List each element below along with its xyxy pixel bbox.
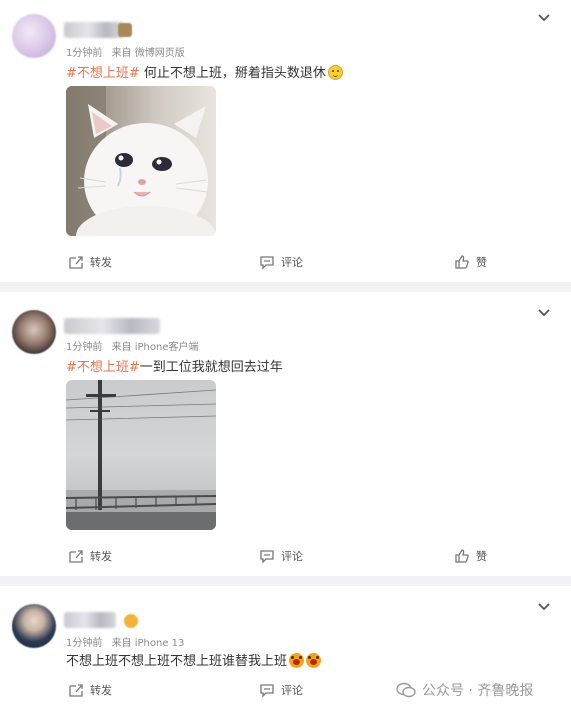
post-time: 1分钟前 [66,342,103,353]
thumbs-up-icon [455,255,469,269]
post-meta: 1分钟前 来自 iPhone 13 [66,634,190,649]
post-card: 1分钟前 来自 iPhone客户端 #不想上班#一到工位我就想回去过年 转发 评… [0,292,571,576]
username-blurred[interactable] [64,22,124,38]
user-badge-icon [124,614,138,628]
chevron-down-icon[interactable] [537,13,551,23]
post-text: 不想上班不想上班不想上班谁替我上班 [66,650,322,669]
post-time: 1分钟前 [66,48,103,59]
hashtag-link[interactable]: #不想上班# [66,360,140,375]
comment-button[interactable]: 评论 [259,254,303,270]
post-body: 不想上班不想上班不想上班谁替我上班 [66,654,288,669]
post-source: 来自 微博网页版 [111,48,185,59]
comment-icon [260,256,274,270]
hashtag-link[interactable]: #不想上班# [66,66,140,81]
watermark: 公众号 · 齐鲁晚报 [396,680,533,700]
repost-button[interactable]: 转发 [68,682,112,698]
chevron-down-icon[interactable] [537,308,551,318]
post-meta: 1分钟前 来自 iPhone客户端 [66,338,205,353]
repost-button[interactable]: 转发 [68,254,112,270]
repost-button[interactable]: 转发 [68,548,112,564]
comment-label: 评论 [281,550,303,563]
username-blurred[interactable] [64,318,160,334]
user-badge-icon [118,23,132,37]
repost-label: 转发 [90,256,112,269]
like-label: 赞 [476,550,487,563]
action-bar: 转发 评论 赞 [0,548,571,568]
crying-emoji-icon [306,653,322,668]
post-card: 1分钟前 来自 微博网页版 #不想上班# 何止不想上班，掰着指头数退休 转发 评… [0,0,571,282]
repost-icon [69,684,83,697]
smile-emoji-icon [327,65,343,80]
avatar[interactable] [12,604,56,648]
like-button[interactable]: 赞 [454,254,487,270]
like-label: 赞 [476,256,487,269]
post-text: #不想上班# 何止不想上班，掰着指头数退休 [66,62,343,81]
like-button[interactable]: 赞 [454,548,487,564]
post-image-foggy-railway[interactable] [66,380,216,530]
post-source: 来自 iPhone 13 [111,638,185,649]
comment-button[interactable]: 评论 [259,548,303,564]
post-body: 何止不想上班，掰着指头数退休 [139,66,326,81]
foggy-railway-image [66,380,216,530]
crying-cat-image [66,86,216,236]
post-image-crying-cat[interactable] [66,86,216,236]
post-text: #不想上班#一到工位我就想回去过年 [66,356,283,375]
wechat-icon [396,682,416,698]
avatar[interactable] [12,14,56,58]
repost-icon [69,550,83,563]
repost-label: 转发 [90,550,112,563]
repost-icon [69,256,83,269]
thumbs-up-icon [455,549,469,563]
watermark-text: 公众号 · 齐鲁晚报 [422,683,534,699]
comment-icon [260,550,274,564]
post-time: 1分钟前 [66,638,103,649]
comment-button[interactable]: 评论 [259,682,303,698]
chevron-down-icon[interactable] [537,602,551,612]
comment-label: 评论 [281,256,303,269]
avatar[interactable] [12,310,56,354]
post-meta: 1分钟前 来自 微博网页版 [66,44,191,59]
crying-emoji-icon [289,653,305,668]
post-source: 来自 iPhone客户端 [111,342,199,353]
repost-label: 转发 [90,684,112,697]
comment-icon [260,684,274,698]
username-blurred[interactable] [64,612,116,628]
comment-label: 评论 [281,684,303,697]
post-body: 一到工位我就想回去过年 [139,360,283,375]
action-bar: 转发 评论 赞 [0,254,571,274]
